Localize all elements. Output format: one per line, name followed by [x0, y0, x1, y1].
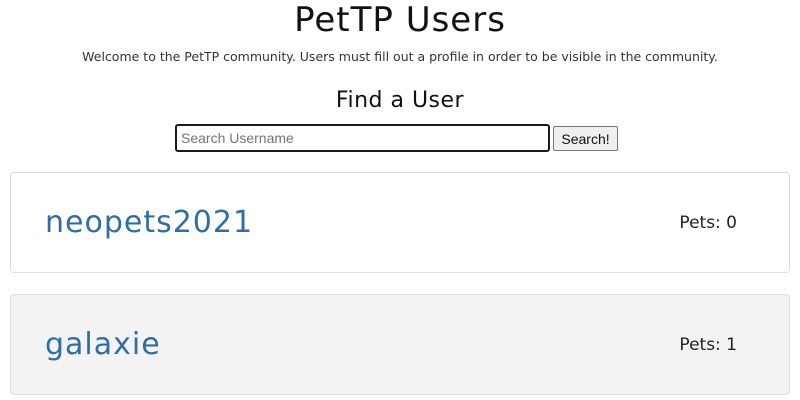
username-link[interactable]: neopets2021 — [45, 205, 253, 241]
pets-count: Pets: 0 — [679, 212, 737, 233]
user-list: neopets2021 Pets: 0 galaxie Pets: 1 — [10, 172, 790, 400]
search-button[interactable]: Search! — [553, 126, 618, 151]
users-page: PetTP Users Welcome to the PetTP communi… — [0, 0, 800, 400]
pets-count: Pets: 1 — [679, 334, 737, 355]
username-link[interactable]: galaxie — [45, 327, 161, 363]
search-username-input[interactable] — [175, 124, 550, 152]
user-card[interactable]: neopets2021 Pets: 0 — [10, 172, 790, 273]
welcome-text: Welcome to the PetTP community. Users mu… — [82, 49, 718, 64]
find-user-heading: Find a User — [335, 88, 465, 113]
search-form: Search! — [175, 124, 625, 152]
page-title: PetTP Users — [294, 0, 506, 40]
user-card[interactable]: galaxie Pets: 1 — [10, 294, 790, 395]
